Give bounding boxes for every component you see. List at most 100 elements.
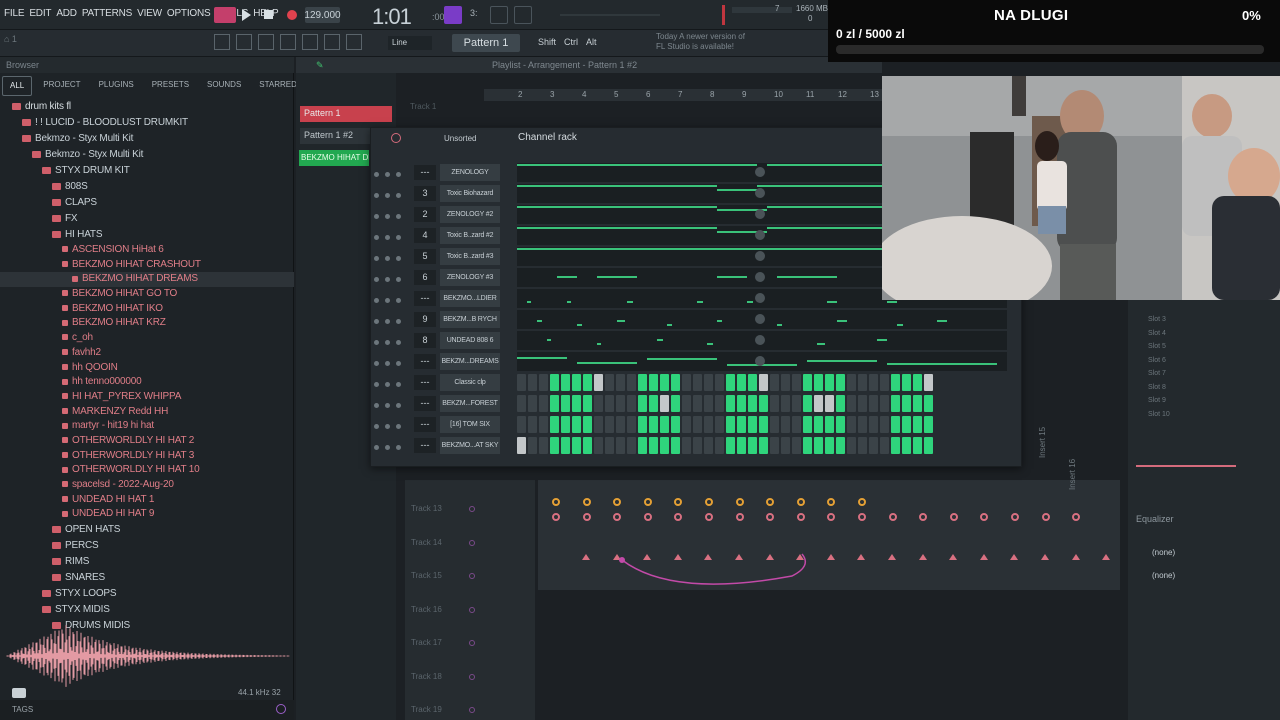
step-button[interactable]: [902, 374, 911, 391]
effect-slot[interactable]: Slot 8: [1148, 384, 1166, 391]
track-label[interactable]: Track 14: [411, 538, 442, 547]
insert-knob-icon[interactable]: [613, 498, 622, 506]
step-button[interactable]: [550, 437, 559, 454]
browser-file[interactable]: spacelsd - 2022-Aug-20: [0, 478, 294, 493]
insert-knob-icon[interactable]: [643, 498, 652, 506]
step-button[interactable]: [748, 437, 757, 454]
mixer-track-number[interactable]: ---: [414, 396, 436, 411]
mute-led-icon[interactable]: [374, 256, 379, 261]
send-none-1[interactable]: (none): [1152, 548, 1175, 557]
route-arrow-icon[interactable]: [857, 554, 866, 560]
step-button[interactable]: [825, 416, 834, 433]
step-button[interactable]: [561, 416, 570, 433]
step-button[interactable]: [825, 395, 834, 412]
channel-name-button[interactable]: ZENOLOGY #2: [440, 206, 500, 223]
step-button[interactable]: [671, 437, 680, 454]
step-button[interactable]: [605, 416, 614, 433]
channel-name-button[interactable]: BEKZM...DREAMS: [440, 353, 500, 370]
menu-file[interactable]: FILE: [4, 8, 25, 19]
step-button[interactable]: [814, 395, 823, 412]
step-button[interactable]: [627, 416, 636, 433]
step-button[interactable]: [847, 395, 856, 412]
effect-slot[interactable]: Slot 4: [1148, 330, 1166, 337]
step-button[interactable]: [539, 437, 548, 454]
step-button[interactable]: [781, 416, 790, 433]
speaker-icon[interactable]: [755, 230, 765, 240]
step-button[interactable]: [748, 395, 757, 412]
browser-file[interactable]: BEKZMO HIHAT IKO: [0, 302, 294, 317]
menu-options[interactable]: OPTIONS: [167, 8, 211, 19]
volume-knob-icon[interactable]: [396, 382, 401, 387]
menu-patterns[interactable]: PATTERNS: [82, 8, 132, 19]
browser-file[interactable]: HI HAT_PYREX WHIPPA: [0, 390, 294, 405]
speaker-icon[interactable]: [755, 356, 765, 366]
step-button[interactable]: [913, 395, 922, 412]
step-button[interactable]: [572, 437, 581, 454]
step-button[interactable]: [594, 437, 603, 454]
step-button[interactable]: [594, 395, 603, 412]
news-panel[interactable]: Today A newer version of FL Studio is av…: [656, 32, 746, 52]
route-arrow-icon[interactable]: [826, 554, 835, 560]
mute-led-icon[interactable]: [374, 235, 379, 240]
channel-controls[interactable]: [374, 316, 410, 324]
ctrl-key[interactable]: Ctrl: [564, 37, 578, 47]
mute-led-icon[interactable]: [374, 172, 379, 177]
step-button[interactable]: [913, 437, 922, 454]
step-button[interactable]: [517, 437, 526, 454]
channel-row[interactable]: 9 BEKZM...B RYCH: [370, 309, 1015, 330]
volume-knob-icon[interactable]: [396, 214, 401, 219]
pan-knob-icon[interactable]: [385, 340, 390, 345]
step-button[interactable]: [550, 374, 559, 391]
volume-knob-icon[interactable]: [396, 445, 401, 450]
speaker-icon[interactable]: [755, 188, 765, 198]
step-button[interactable]: [550, 395, 559, 412]
channel-row[interactable]: --- BEKZM...DREAMS: [370, 351, 1015, 372]
mixer-track-number[interactable]: 2: [414, 207, 436, 222]
step-button[interactable]: [858, 416, 867, 433]
browser-file[interactable]: UNDEAD HI HAT 9: [0, 507, 294, 522]
browser-folder[interactable]: STYX MIDIS: [0, 602, 294, 618]
channel-controls[interactable]: [374, 442, 410, 450]
volume-knob-icon[interactable]: [396, 424, 401, 429]
browser-file[interactable]: BEKZMO HIHAT GO TO: [0, 287, 294, 302]
send-knob-icon[interactable]: [766, 513, 775, 521]
browser-file[interactable]: UNDEAD HI HAT 1: [0, 493, 294, 508]
browser-folder[interactable]: Bekmzo - Styx Multi Kit: [0, 131, 294, 147]
step-button[interactable]: [737, 395, 746, 412]
step-button[interactable]: [891, 416, 900, 433]
mixer-track-number[interactable]: ---: [414, 438, 436, 453]
mixer-track-number[interactable]: 3: [414, 186, 436, 201]
channel-name-button[interactable]: BEKZM...B RYCH: [440, 311, 500, 328]
mute-led-icon[interactable]: [374, 214, 379, 219]
snap-select[interactable]: Line: [388, 36, 432, 50]
step-button[interactable]: [770, 395, 779, 412]
step-button[interactable]: [726, 395, 735, 412]
browser-file[interactable]: BEKZMO HIHAT CRASHOUT: [0, 258, 294, 273]
send-knob-icon[interactable]: [949, 513, 958, 521]
pencil-tool-icon[interactable]: ✎: [316, 60, 324, 71]
insert-knob-icon[interactable]: [827, 498, 836, 506]
step-button[interactable]: [803, 437, 812, 454]
step-button[interactable]: [682, 416, 691, 433]
step-button[interactable]: [825, 437, 834, 454]
step-button[interactable]: [638, 437, 647, 454]
speaker-icon[interactable]: [755, 209, 765, 219]
step-button[interactable]: [572, 374, 581, 391]
step-button[interactable]: [671, 416, 680, 433]
search-icon[interactable]: [276, 704, 286, 714]
step-button[interactable]: [594, 416, 603, 433]
step-button[interactable]: [880, 374, 889, 391]
pan-knob-icon[interactable]: [385, 403, 390, 408]
track-label[interactable]: Track 15: [411, 571, 442, 580]
piano-roll-preview[interactable]: [517, 352, 1007, 371]
route-arrow-icon[interactable]: [888, 554, 896, 560]
step-button[interactable]: [792, 374, 801, 391]
step-button[interactable]: [847, 374, 856, 391]
step-button[interactable]: [539, 395, 548, 412]
channel-row[interactable]: --- BEKZM...FOREST: [370, 393, 1015, 414]
channel-rack-view-icon[interactable]: [258, 34, 274, 50]
step-button[interactable]: [693, 416, 702, 433]
route-arrow-icon[interactable]: [949, 554, 958, 560]
pan-knob-icon[interactable]: [385, 277, 390, 282]
step-button[interactable]: [737, 374, 746, 391]
